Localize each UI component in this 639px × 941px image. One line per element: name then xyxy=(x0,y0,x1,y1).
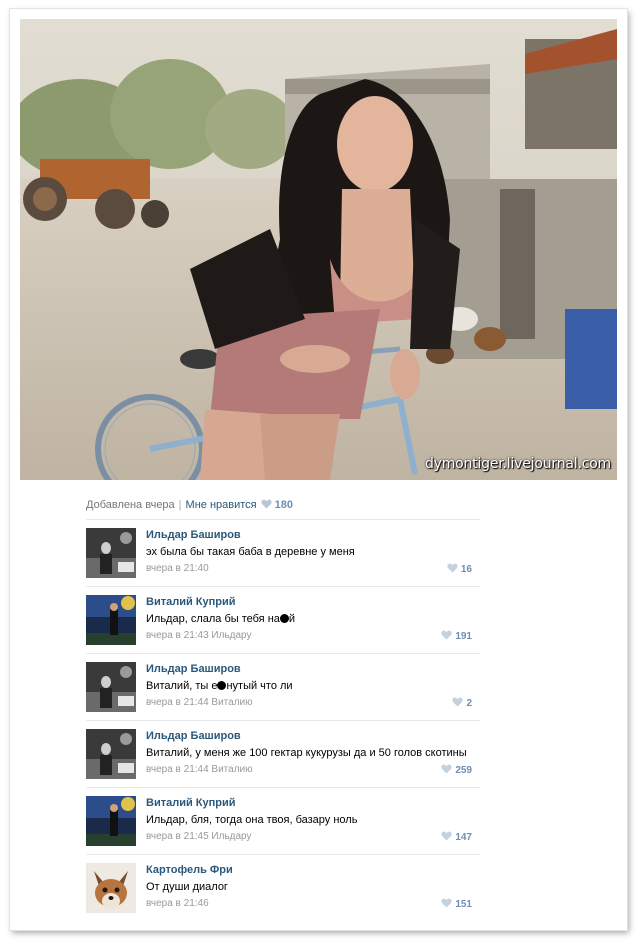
comment-author[interactable]: Картофель Фри xyxy=(146,864,233,876)
comment-like-button[interactable]: 191 xyxy=(441,630,472,642)
comment-text: эх была бы такая баба в деревне у меня xyxy=(146,546,355,558)
comment-author[interactable]: Ильдар Баширов xyxy=(146,529,241,541)
avatar-bw-photo-icon[interactable] xyxy=(86,729,136,779)
avatar-blue-photo-icon[interactable] xyxy=(86,796,136,846)
comment-text: Виталий, у меня же 100 гектар кукурузы д… xyxy=(146,747,467,759)
photo-watermark: dymontiger.livejournal.com xyxy=(424,456,611,472)
comments-list: Ильдар Баширов эх была бы такая баба в д… xyxy=(86,519,480,921)
comment-time[interactable]: вчера в 21:44 Виталию xyxy=(146,697,253,708)
avatar-blue-photo-icon[interactable] xyxy=(86,595,136,645)
comment-text-part: Виталий, ты е xyxy=(146,680,218,692)
like-count: 180 xyxy=(274,499,293,511)
comment-text: Ильдар, бля, тогда она твоя, базару ноль xyxy=(146,814,358,826)
comment-like-button[interactable]: 2 xyxy=(452,697,472,709)
avatar-fox-icon[interactable] xyxy=(86,863,136,913)
comment-time[interactable]: вчера в 21:44 Виталию xyxy=(146,764,253,775)
comment-like-button[interactable]: 151 xyxy=(441,898,472,910)
comment-time[interactable]: вчера в 21:40 xyxy=(146,563,209,574)
comment-author[interactable]: Ильдар Баширов xyxy=(146,663,241,675)
heart-icon xyxy=(441,764,452,774)
comment-author[interactable]: Ильдар Баширов xyxy=(146,730,241,742)
comment-like-count: 147 xyxy=(455,832,472,843)
comment-item: Виталий Куприй Ильдар, бля, тогда она тв… xyxy=(86,787,480,854)
comment-text-part: нутый что ли xyxy=(226,680,293,692)
comment-time[interactable]: вчера в 21:43 Ильдару xyxy=(146,630,252,641)
comment-like-button[interactable]: 147 xyxy=(441,831,472,843)
comment-text: Виталий, ты е нутый что ли xyxy=(146,680,293,692)
comment-like-count: 191 xyxy=(455,631,472,642)
heart-icon xyxy=(441,630,452,640)
heart-icon xyxy=(447,563,458,573)
comment-item: Картофель Фри От души диалог вчера в 21:… xyxy=(86,854,480,921)
censor-dot-icon xyxy=(279,614,289,623)
comment-item: Ильдар Баширов эх была бы такая баба в д… xyxy=(86,519,480,586)
added-date-link[interactable]: Добавлена вчера xyxy=(86,499,175,511)
comment-author[interactable]: Виталий Куприй xyxy=(146,797,236,809)
post-meta-bar: Добавлена вчера | Мне нравится 180 xyxy=(86,499,480,511)
comment-like-count: 259 xyxy=(455,765,472,776)
avatar-bw-photo-icon[interactable] xyxy=(86,528,136,578)
comment-text-part: й xyxy=(288,613,296,625)
comment-item: Ильдар Баширов Виталий, ты е нутый что ли… xyxy=(86,653,480,720)
comment-text-part: Ильдар, слала бы тебя на xyxy=(146,613,280,625)
comment-like-button[interactable]: 16 xyxy=(447,563,472,575)
comment-like-count: 151 xyxy=(455,899,472,910)
like-button[interactable]: Мне нравится xyxy=(186,499,257,511)
photo-illustration xyxy=(20,19,617,480)
comment-time[interactable]: вчера в 21:45 Ильдару xyxy=(146,831,252,842)
heart-icon xyxy=(452,697,464,707)
heart-icon[interactable] xyxy=(260,499,272,509)
meta-separator: | xyxy=(178,499,182,511)
post-photo[interactable]: dymontiger.livejournal.com xyxy=(20,19,617,480)
comment-item: Виталий Куприй Ильдар, слала бы тебя на й… xyxy=(86,586,480,653)
post-card: dymontiger.livejournal.com Добавлена вче… xyxy=(10,9,627,930)
heart-icon xyxy=(441,831,452,841)
avatar-bw-photo-icon[interactable] xyxy=(86,662,136,712)
comment-time[interactable]: вчера в 21:46 xyxy=(146,898,209,909)
comment-author[interactable]: Виталий Куприй xyxy=(146,596,236,608)
comment-text: От души диалог xyxy=(146,881,228,893)
heart-icon xyxy=(441,898,452,908)
comment-text: Ильдар, слала бы тебя на й xyxy=(146,613,295,625)
comment-item: Ильдар Баширов Виталий, у меня же 100 ге… xyxy=(86,720,480,787)
comment-like-button[interactable]: 259 xyxy=(441,764,472,776)
comment-like-count: 2 xyxy=(466,698,472,709)
comment-like-count: 16 xyxy=(460,564,472,575)
